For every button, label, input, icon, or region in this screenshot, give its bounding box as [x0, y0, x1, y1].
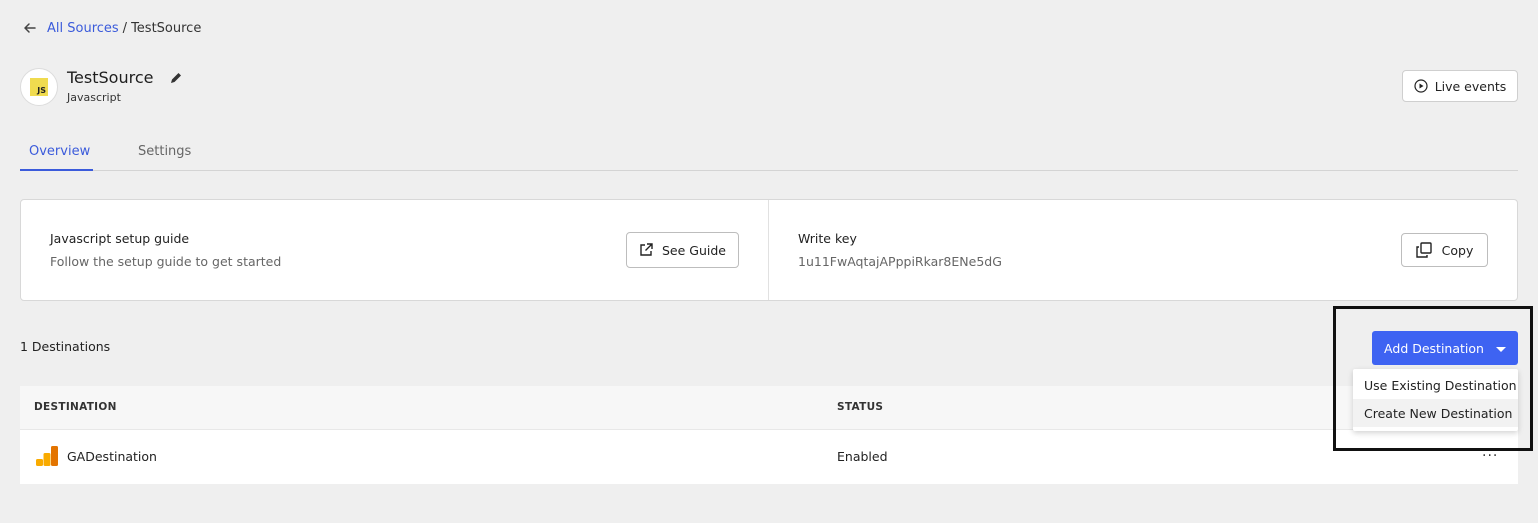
setup-guide-title: Javascript setup guide	[50, 231, 190, 246]
copy-icon	[1415, 242, 1432, 258]
card-divider	[768, 200, 769, 300]
see-guide-label: See Guide	[662, 242, 726, 258]
destination-name[interactable]: GADestination	[67, 449, 157, 464]
table-row[interactable]: GADestination Enabled ...	[20, 430, 1518, 484]
google-analytics-icon	[36, 446, 58, 466]
table-header: DESTINATION STATUS	[20, 386, 1518, 430]
source-name: TestSource	[67, 68, 154, 87]
live-events-button[interactable]: Live events	[1402, 70, 1518, 102]
source-type: Javascript	[67, 91, 121, 104]
breadcrumb: All Sources / TestSource	[22, 18, 201, 38]
external-link-icon	[639, 243, 653, 257]
setup-guide-subtitle: Follow the setup guide to get started	[50, 254, 282, 269]
column-header-destination: DESTINATION	[34, 401, 117, 413]
see-guide-button[interactable]: See Guide	[626, 232, 739, 268]
menu-item-use-existing-destination[interactable]: Use Existing Destination	[1353, 371, 1518, 399]
tab-overview[interactable]: Overview	[29, 144, 90, 159]
copy-button[interactable]: Copy	[1401, 233, 1488, 267]
column-header-status: STATUS	[837, 401, 884, 413]
destinations-table: DESTINATION STATUS GADestination Enabled…	[20, 386, 1518, 484]
javascript-logo-icon: JS	[30, 78, 48, 96]
breadcrumb-separator: /	[122, 20, 128, 36]
back-arrow-icon[interactable]	[22, 20, 38, 36]
active-tab-indicator	[20, 169, 93, 171]
destination-status: Enabled	[837, 449, 888, 464]
add-destination-dropdown: Use Existing Destination Create New Dest…	[1353, 369, 1518, 431]
copy-label: Copy	[1441, 242, 1474, 258]
write-key-title: Write key	[798, 231, 857, 246]
tab-settings[interactable]: Settings	[138, 144, 191, 159]
menu-item-create-new-destination[interactable]: Create New Destination	[1353, 399, 1518, 427]
write-key-value: 1u11FwAqtajAPppiRkar8ENe5dG	[798, 254, 1002, 269]
breadcrumb-current: TestSource	[131, 20, 202, 36]
play-circle-icon	[1414, 79, 1428, 93]
source-logo: JS	[20, 68, 58, 106]
breadcrumb-all-sources-link[interactable]: All Sources	[47, 21, 119, 36]
tab-bar: Overview Settings	[20, 136, 1518, 171]
source-info-card: Javascript setup guide Follow the setup …	[20, 199, 1518, 301]
live-events-label: Live events	[1434, 78, 1507, 94]
edit-pencil-icon[interactable]	[170, 72, 182, 84]
destinations-count: 1 Destinations	[20, 339, 111, 354]
